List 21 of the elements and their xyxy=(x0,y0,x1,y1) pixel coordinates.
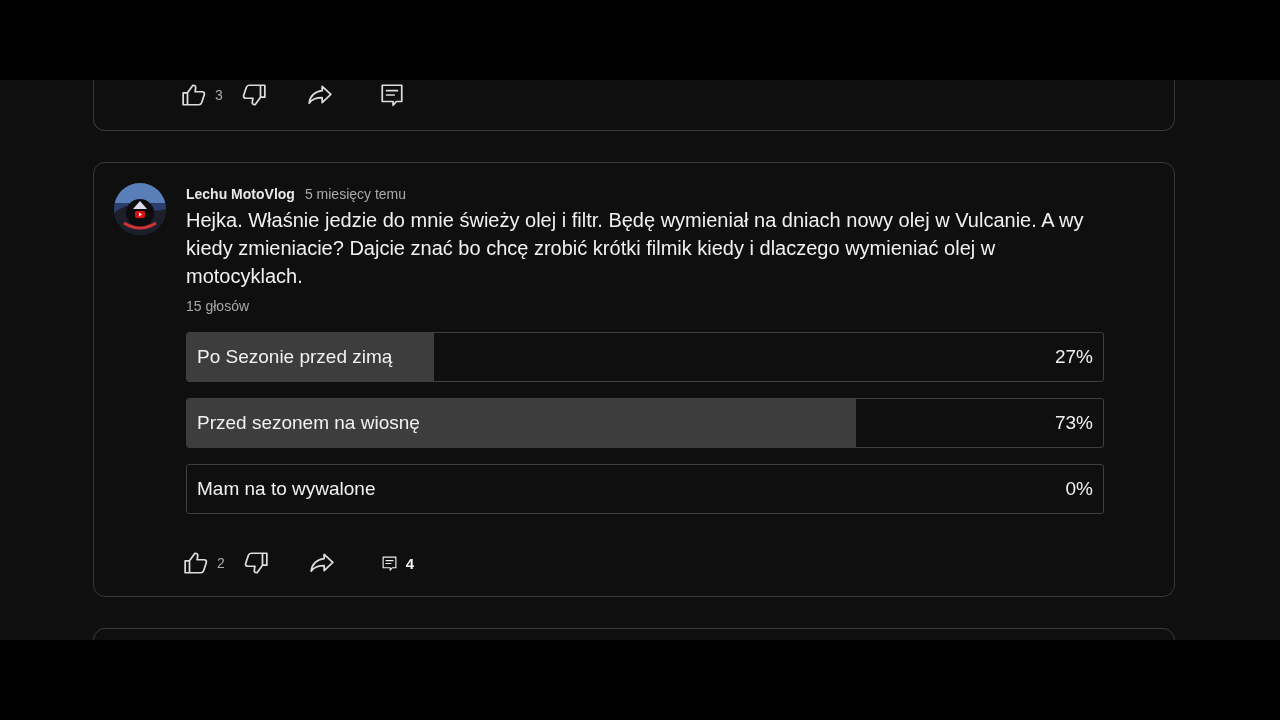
option-percent: 27% xyxy=(1054,346,1093,368)
poll-option[interactable]: Mam na to wywalone 0% xyxy=(186,464,1104,514)
post-time[interactable]: 5 miesięcy temu xyxy=(304,186,407,202)
post-text: Hejka. Właśnie jedzie do mnie świeży olej i filtr. Będę wymieniał na dniach nowy olej w Vulcanie. A wy kiedy zmieniacie? Dajcie znać bo chcę zrobić krótki filmik kiedy i dlaczego wymieniać olej w motocyklach. xyxy=(186,208,1085,289)
like-icon[interactable] xyxy=(181,82,207,108)
poll-option[interactable]: Po Sezonie przed zimą 27% xyxy=(186,332,1104,382)
like-count: 2 xyxy=(217,555,225,571)
like-icon[interactable] xyxy=(183,550,209,576)
dislike-icon[interactable] xyxy=(240,82,267,108)
poll-option[interactable]: Przed sezonem na wiosnę 73% xyxy=(186,398,1104,448)
option-label: Mam na to wywalone xyxy=(197,478,376,500)
like-count: 3 xyxy=(215,87,223,103)
option-label: Przed sezonem na wiosnę xyxy=(197,412,420,434)
option-percent: 73% xyxy=(1054,412,1093,434)
option-label: Po Sezonie przed zimą xyxy=(197,346,393,368)
replies-button[interactable]: 4 xyxy=(380,554,415,572)
dislike-icon[interactable] xyxy=(242,550,269,576)
vote-count: 15 głosów xyxy=(186,298,251,314)
comment-icon[interactable] xyxy=(378,82,405,108)
option-percent: 0% xyxy=(1065,478,1093,500)
author-name[interactable]: Lechu MotoVlog xyxy=(186,186,295,202)
